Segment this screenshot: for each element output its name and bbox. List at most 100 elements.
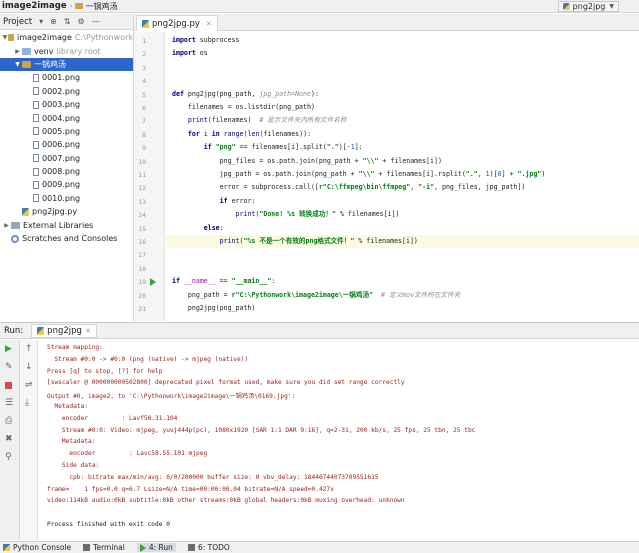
line-number[interactable]: 19 (138, 278, 146, 286)
scroll-to-end-icon[interactable]: ⤓ (25, 398, 29, 408)
code-line[interactable]: for i in range(len(filenames)): (166, 128, 639, 141)
close-icon[interactable]: ✕ (206, 20, 212, 28)
tree-item[interactable]: 0001.png (0, 71, 133, 84)
code-line[interactable]: import os (166, 47, 639, 60)
soft-wrap-icon[interactable]: ⇌ (25, 380, 33, 390)
line-number[interactable]: 15 (138, 225, 146, 233)
tree-item[interactable]: 0010.png (0, 192, 133, 205)
line-number[interactable]: 5 (142, 91, 146, 99)
image-file-icon (33, 87, 39, 96)
line-number[interactable]: 20 (138, 292, 146, 300)
line-number[interactable]: 17 (138, 251, 146, 259)
tool-window-button[interactable]: Terminal (83, 543, 125, 552)
line-number[interactable]: 1 (142, 37, 146, 45)
gear-icon[interactable]: ⚙ (78, 17, 85, 26)
code-line[interactable]: if "png" == filenames[i].split(".")[-1]: (166, 141, 639, 154)
code-line[interactable]: print("%s 不是一个有效的png格式文件！" % filenames[i… (166, 235, 639, 249)
code-line[interactable]: png_files = os.path.join(png_path + "\\"… (166, 155, 639, 168)
line-number[interactable]: 21 (138, 305, 146, 313)
tree-item[interactable]: 0005.png (0, 125, 133, 138)
line-number[interactable]: 7 (142, 117, 146, 125)
line-number[interactable]: 12 (138, 184, 146, 192)
line-number[interactable]: 4 (142, 77, 146, 85)
code-line[interactable]: print("Done! %s 转换成功！" % filenames[i]) (166, 208, 639, 221)
line-number[interactable]: 13 (138, 198, 146, 206)
code-line[interactable]: print(filenames) # 显示文件夹内所有文件名称 (166, 114, 639, 127)
tree-item[interactable]: png2jpg.py (0, 205, 133, 218)
image-file-icon (33, 194, 39, 203)
code-line[interactable]: def png2jpg(png_path, jpg_path=None): (166, 88, 639, 101)
restore-layout-icon[interactable]: ☰ (5, 398, 13, 408)
code-line[interactable] (166, 262, 639, 275)
line-number[interactable]: 2 (142, 50, 146, 58)
run-tab-png2jpg[interactable]: png2jpg ✕ (31, 323, 97, 338)
console-line: Output #0, image2, to 'C:\Pythonwork\ima… (47, 393, 296, 401)
console-line: Stream mapping: (47, 344, 103, 351)
code-editor[interactable]: import subprocess import os def png2jpg(pn… (166, 32, 639, 321)
tree-item[interactable]: 0009.png (0, 178, 133, 191)
print-icon[interactable]: ⎙ (5, 416, 12, 426)
tool-window-button[interactable]: 4: Run (136, 543, 176, 552)
wrench-icon[interactable]: ✎ (5, 362, 13, 372)
delete-icon[interactable]: ✖ (5, 434, 13, 444)
code-line[interactable]: filenames = os.listdir(png_path) (166, 101, 639, 114)
minimize-icon[interactable]: — (92, 17, 100, 26)
tool-window-button[interactable]: 6: TODO (187, 543, 230, 552)
code-line[interactable]: jpg_path = os.path.join(png_path + "\\" … (166, 168, 639, 181)
line-number[interactable]: 11 (138, 171, 146, 179)
collapse-icon[interactable]: ⇅ (64, 17, 71, 26)
tree-item[interactable]: ▶ External Libraries (0, 218, 133, 231)
code-line[interactable] (166, 61, 639, 74)
code-line[interactable]: error = subprocess.call([r"C:\ffmpeg\bin… (166, 181, 639, 194)
line-number[interactable]: 3 (142, 64, 146, 72)
close-icon[interactable]: ✕ (85, 327, 91, 335)
tree-item[interactable]: ▼ image2image C:\Pythonwork (0, 31, 133, 44)
target-icon[interactable]: ⊕ (50, 17, 57, 26)
breadcrumb-folder[interactable]: 一锅鸡汤 (85, 1, 117, 12)
line-number[interactable]: 9 (142, 144, 146, 152)
console-line: Metadata: (47, 438, 96, 446)
chevron-down-icon[interactable]: ▼ (13, 61, 22, 68)
scroll-up-icon[interactable]: ↑ (25, 344, 33, 354)
tree-item[interactable]: ▶ venv library root (0, 44, 133, 57)
line-number[interactable]: 16 (138, 238, 146, 246)
code-line[interactable]: png_path = r"C:\Pythonwork\image2image\一… (166, 289, 639, 302)
tree-item[interactable]: 0007.png (0, 152, 133, 165)
rerun-icon[interactable]: ▶ (5, 344, 12, 354)
tree-item[interactable]: Scratches and Consoles (0, 232, 133, 245)
tab-png2jpg[interactable]: png2jpg.py ✕ (136, 15, 218, 31)
run-marker-icon[interactable] (150, 278, 156, 287)
line-number[interactable]: 10 (138, 158, 146, 166)
line-number[interactable]: 14 (138, 211, 146, 219)
stop-icon[interactable] (5, 382, 12, 389)
code-line[interactable]: else: (166, 222, 639, 235)
run-console-output[interactable]: Stream mapping: Stream #0:0 -> #0:0 (png… (39, 340, 639, 540)
line-number[interactable]: 8 (142, 131, 146, 139)
code-line[interactable]: if error: (166, 195, 639, 208)
tree-item[interactable]: ▼ 一锅鸡汤 (0, 57, 133, 72)
tree-item[interactable]: 0008.png (0, 165, 133, 178)
code-line[interactable] (166, 248, 639, 261)
code-line[interactable]: if __name__ == "__main__": (166, 275, 639, 288)
chevron-right-icon[interactable]: ▶ (2, 222, 11, 229)
project-view-select[interactable]: Project (3, 17, 32, 27)
chevron-down-icon[interactable]: ▾ (39, 17, 43, 26)
tree-item-label: 0006.png (42, 140, 81, 150)
tree-item-label: 0003.png (42, 100, 81, 110)
pin-icon[interactable]: ⚲ (5, 452, 12, 462)
run-configuration-select[interactable]: png2jpg ▼ (557, 1, 619, 12)
line-number[interactable]: 18 (138, 265, 146, 273)
tree-item[interactable]: 0002.png (0, 85, 133, 98)
tree-item[interactable]: 0006.png (0, 138, 133, 151)
tree-item[interactable]: 0003.png (0, 98, 133, 111)
line-number[interactable]: 6 (142, 104, 146, 112)
code-line[interactable]: import subprocess (166, 34, 639, 47)
tool-window-button[interactable]: Python Console (3, 543, 71, 552)
chevron-right-icon[interactable]: ▶ (13, 48, 22, 55)
tree-item[interactable]: 0004.png (0, 111, 133, 124)
code-line[interactable]: png2jpg(png_path) (166, 302, 639, 315)
tool-window-label: 6: TODO (197, 543, 230, 552)
code-line[interactable] (166, 74, 639, 87)
scroll-down-icon[interactable]: ↓ (25, 362, 33, 372)
breadcrumb-project[interactable]: image2image (2, 1, 67, 11)
